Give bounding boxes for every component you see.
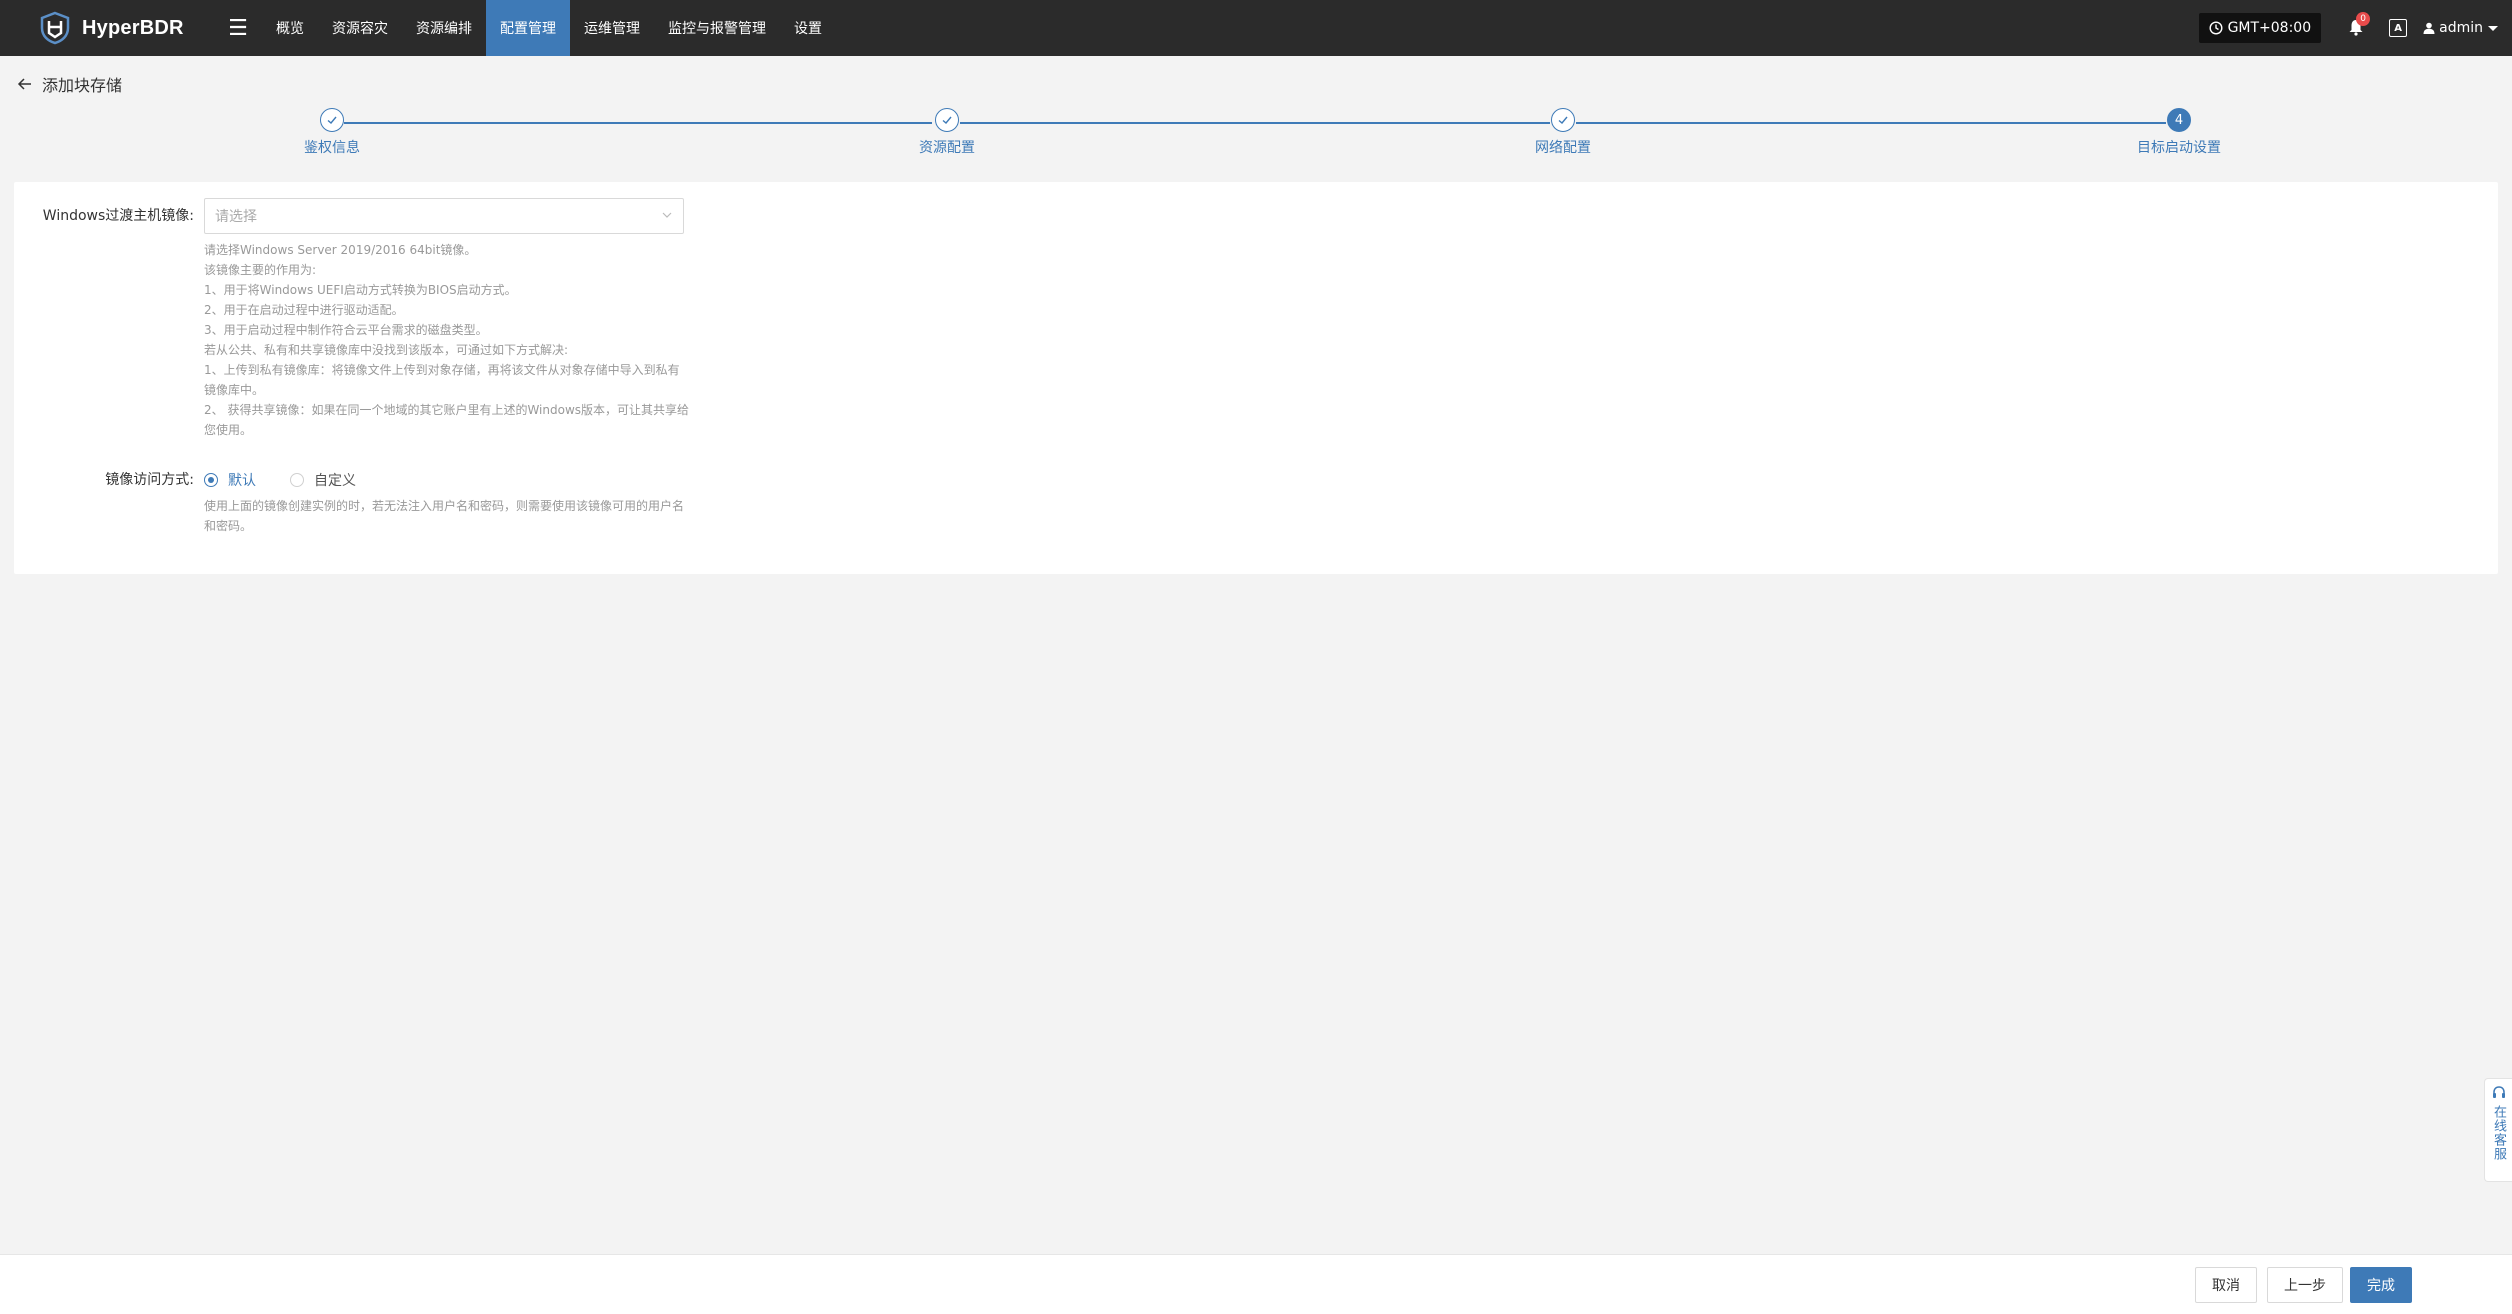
finish-button[interactable]: 完成 xyxy=(2350,1267,2412,1303)
shield-logo-icon xyxy=(40,11,70,45)
prev-step-button[interactable]: 上一步 xyxy=(2267,1267,2343,1303)
access-label: 镜像访问方式: xyxy=(105,472,194,488)
back-arrow-icon[interactable] xyxy=(16,75,34,93)
clock-icon xyxy=(2209,21,2223,35)
help-line: 若从公共、私有和共享镜像库中没找到该版本，可通过如下方式解决: xyxy=(204,343,569,357)
nav-item-monitoring[interactable]: 监控与报警管理 xyxy=(654,0,780,56)
step-resource[interactable]: 资源配置 xyxy=(847,108,1047,157)
help-line: 3、用于启动过程中制作符合云平台需求的磁盘类型。 xyxy=(204,323,488,337)
help-line: 请选择Windows Server 2019/2016 64bit镜像。 xyxy=(204,243,477,257)
online-service-tab[interactable]: 在线客服 xyxy=(2484,1078,2512,1182)
menu-toggle-icon[interactable]: ☰ xyxy=(218,0,258,56)
online-service-label: 在线客服 xyxy=(2491,1105,2506,1161)
step-label: 资源配置 xyxy=(919,140,975,156)
radio-checked-icon xyxy=(204,473,218,487)
help-line: 1、用于将Windows UEFI启动方式转换为BIOS启动方式。 xyxy=(204,283,517,297)
image-label: Windows过渡主机镜像: xyxy=(42,208,194,224)
step-label: 目标启动设置 xyxy=(2137,140,2221,156)
step-connector xyxy=(960,122,1550,124)
nav-item-orchestration[interactable]: 资源编排 xyxy=(402,0,486,56)
nav-item-settings[interactable]: 设置 xyxy=(780,0,836,56)
logo[interactable]: HyperBDR xyxy=(38,11,208,45)
radio-default[interactable]: 默认 xyxy=(204,470,256,490)
radio-label: 自定义 xyxy=(314,473,356,489)
nav-item-overview[interactable]: 概览 xyxy=(262,0,318,56)
nav-item-ops[interactable]: 运维管理 xyxy=(570,0,654,56)
footer-bar: 取消 上一步 完成 xyxy=(0,1254,2512,1314)
cancel-button[interactable]: 取消 xyxy=(2195,1267,2257,1303)
user-icon xyxy=(2423,22,2435,34)
step-target-boot[interactable]: 4 目标启动设置 xyxy=(2079,108,2279,157)
top-navbar: HyperBDR ☰ 概览 资源容灾 资源编排 配置管理 运维管理 监控与报警管… xyxy=(0,0,2512,56)
access-radio-group: 默认 自定义 xyxy=(204,470,694,490)
caret-down-icon xyxy=(2488,25,2498,31)
chevron-down-icon xyxy=(662,212,672,218)
image-help-text: 请选择Windows Server 2019/2016 64bit镜像。 该镜像… xyxy=(204,240,694,440)
help-line: 和密码。 xyxy=(204,519,253,533)
step-done-check-icon xyxy=(1551,108,1575,132)
language-icon[interactable]: A xyxy=(2389,19,2408,37)
help-line: 使用上面的镜像创建实例的时，若无法注入用户名和密码，则需要使用该镜像可用的用户名 xyxy=(204,499,685,513)
help-line: 2、用于在启动过程中进行驱动适配。 xyxy=(204,303,404,317)
page-header: 添加块存储 xyxy=(16,72,122,96)
step-label: 鉴权信息 xyxy=(304,140,360,156)
notification-badge: 0 xyxy=(2356,12,2371,26)
image-row: Windows过渡主机镜像: 请选择 请选择Windows Server 201… xyxy=(14,198,694,440)
access-help-text: 使用上面的镜像创建实例的时，若无法注入用户名和密码，则需要使用该镜像可用的用户名… xyxy=(204,496,694,536)
nav-item-config[interactable]: 配置管理 xyxy=(486,0,570,56)
top-right-tools: GMT+08:00 0 A admin xyxy=(2198,0,2512,56)
step-label: 网络配置 xyxy=(1535,140,1591,156)
help-line: 镜像库中。 xyxy=(204,383,265,397)
user-menu[interactable]: admin xyxy=(2423,20,2498,36)
step-done-check-icon xyxy=(320,108,344,132)
main-nav: 概览 资源容灾 资源编排 配置管理 运维管理 监控与报警管理 设置 xyxy=(262,0,836,56)
timezone-label: GMT+08:00 xyxy=(2227,20,2312,36)
step-number: 4 xyxy=(2167,108,2191,132)
step-done-check-icon xyxy=(935,108,959,132)
access-row: 镜像访问方式: 默认 自定义 使用上面的镜像创建实例的时，若无法注入用户名和密码… xyxy=(14,470,694,536)
brand-name: HyperBDR xyxy=(82,16,184,39)
help-line: 1、上传到私有镜像库：将镜像文件上传到对象存储，再将该文件从对象存储中导入到私有 xyxy=(204,363,680,377)
notification-bell[interactable]: 0 xyxy=(2347,12,2371,38)
step-connector xyxy=(344,122,932,124)
username: admin xyxy=(2439,20,2483,36)
image-select-placeholder: 请选择 xyxy=(215,209,257,225)
step-network[interactable]: 网络配置 xyxy=(1463,108,1663,157)
timezone-display[interactable]: GMT+08:00 xyxy=(2198,13,2322,43)
radio-unchecked-icon xyxy=(290,473,304,487)
help-line: 该镜像主要的作用为: xyxy=(204,263,317,277)
help-line: 2、 获得共享镜像：如果在同一个地域的其它账户里有上述的Windows版本，可让… xyxy=(204,403,690,417)
headset-icon xyxy=(2492,1086,2505,1098)
image-select[interactable]: 请选择 xyxy=(204,198,684,234)
help-line: 您使用。 xyxy=(204,423,253,437)
radio-label: 默认 xyxy=(228,473,256,489)
wizard-stepper: 鉴权信息 资源配置 网络配置 4 目标启动设置 xyxy=(0,108,2512,168)
nav-item-resource-dr[interactable]: 资源容灾 xyxy=(318,0,402,56)
radio-custom[interactable]: 自定义 xyxy=(290,470,356,490)
page-title: 添加块存储 xyxy=(42,76,123,95)
step-auth[interactable]: 鉴权信息 xyxy=(232,108,432,157)
form-card: Windows过渡主机镜像: 请选择 请选择Windows Server 201… xyxy=(14,182,2498,574)
step-connector xyxy=(1576,122,2166,124)
